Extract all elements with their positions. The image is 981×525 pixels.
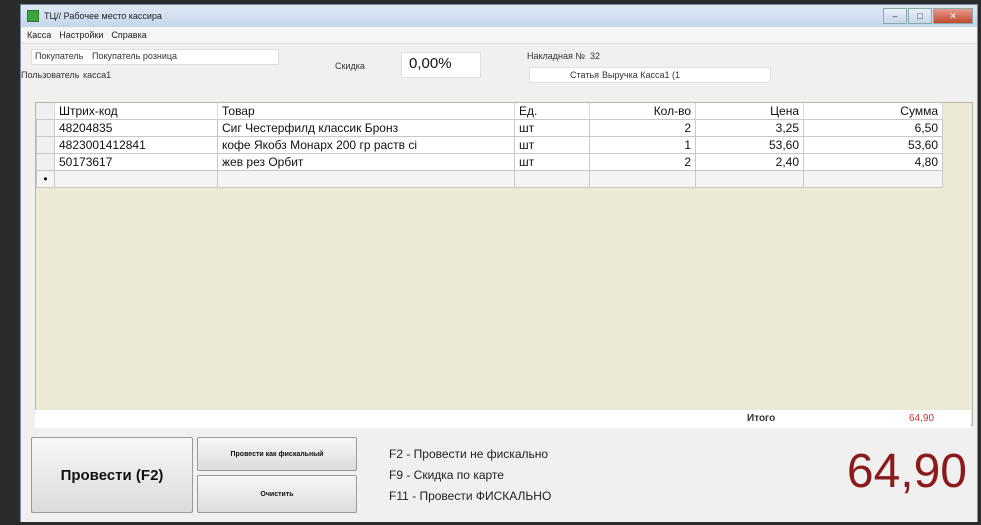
cell-price[interactable]: 53,60 <box>695 136 804 154</box>
cell-unit[interactable]: шт <box>514 119 590 137</box>
new-cell-price[interactable] <box>695 170 804 188</box>
cell-qty[interactable]: 1 <box>589 136 696 154</box>
cell-barcode[interactable]: 50173617 <box>54 153 218 171</box>
article-value: Выручка Касса1 (1 <box>602 70 680 80</box>
cell-sum[interactable]: 53,60 <box>803 136 943 154</box>
menu-bar: Касса Настройки Справка <box>21 27 977 44</box>
close-button[interactable]: ✕ <box>933 8 973 24</box>
discount-label: Скидка <box>335 61 365 71</box>
table-row[interactable]: 48204835 Сиг Честерфилд классик Бронз шт… <box>36 119 943 137</box>
new-item-row[interactable]: • <box>36 170 943 188</box>
items-table: Штрих-код Товар Ед. Кол-во Цена Сумма 48… <box>36 103 943 188</box>
minimize-button[interactable]: – <box>883 8 907 24</box>
header-selector <box>36 103 55 120</box>
header-barcode[interactable]: Штрих-код <box>54 103 218 120</box>
row-selector[interactable] <box>36 136 55 154</box>
header-qty[interactable]: Кол-во <box>589 103 696 120</box>
cell-qty[interactable]: 2 <box>589 119 696 137</box>
row-selector[interactable] <box>36 153 55 171</box>
hotkey-hints: F2 - Провести не фискально F9 - Скидка п… <box>389 444 551 507</box>
article-label: Статья <box>570 70 600 80</box>
header-unit[interactable]: Ед. <box>514 103 590 120</box>
cell-price[interactable]: 2,40 <box>695 153 804 171</box>
new-cell-unit[interactable] <box>514 170 590 188</box>
new-cell-barcode[interactable] <box>54 170 218 188</box>
menu-kassa[interactable]: Касса <box>27 30 51 40</box>
cell-qty[interactable]: 2 <box>589 153 696 171</box>
menu-help[interactable]: Справка <box>111 30 146 40</box>
cell-unit[interactable]: шт <box>514 153 590 171</box>
items-grid[interactable]: Штрих-код Товар Ед. Кол-во Цена Сумма 48… <box>35 102 973 426</box>
clear-button[interactable]: Очистить <box>197 475 357 513</box>
cell-product[interactable]: жев рез Орбит <box>217 153 515 171</box>
total-row: Итого 64,90 <box>35 410 971 428</box>
table-row[interactable]: 4823001412841 кофе Якобз Монарх 200 гр р… <box>36 136 943 154</box>
window-controls: – □ ✕ <box>883 8 973 24</box>
hotkey-f9: F9 - Скидка по карте <box>389 468 504 482</box>
total-value: 64,90 <box>909 413 935 424</box>
new-cell-qty[interactable] <box>589 170 696 188</box>
table-header: Штрих-код Товар Ед. Кол-во Цена Сумма <box>36 103 943 120</box>
window-title: ТЦ// Рабочее место кассира <box>44 11 162 21</box>
hotkey-f2: F2 - Провести не фискально <box>389 447 549 461</box>
new-row-marker: • <box>36 170 55 188</box>
row-selector[interactable] <box>36 119 55 137</box>
action-panel: Провести (F2) Провести как фискальный Оч… <box>21 430 977 522</box>
header-sum[interactable]: Сумма <box>803 103 943 120</box>
total-label: Итого <box>747 413 776 424</box>
header-product[interactable]: Товар <box>217 103 515 120</box>
table-row[interactable]: 50173617 жев рез Орбит шт 2 2,40 4,80 <box>36 153 943 171</box>
header-price[interactable]: Цена <box>695 103 804 120</box>
cell-barcode[interactable]: 48204835 <box>54 119 218 137</box>
app-icon <box>27 10 39 22</box>
big-total-display: 64,90 <box>846 445 967 498</box>
new-cell-sum[interactable] <box>803 170 943 188</box>
cell-product[interactable]: Сиг Честерфилд классик Бронз <box>217 119 515 137</box>
cell-unit[interactable]: шт <box>514 136 590 154</box>
cell-sum[interactable]: 6,50 <box>803 119 943 137</box>
cell-barcode[interactable]: 4823001412841 <box>54 136 218 154</box>
invoice-value: 32 <box>590 51 601 61</box>
hotkey-f11: F11 - Провести ФИСКАЛЬНО <box>389 489 552 503</box>
cell-price[interactable]: 3,25 <box>695 119 804 137</box>
buyer-value: Покупатель розница <box>92 51 178 61</box>
buyer-label: Покупатель <box>35 51 84 61</box>
discount-value: 0,00% <box>409 55 452 72</box>
title-bar: ТЦ// Рабочее место кассира – □ ✕ <box>21 5 977 27</box>
maximize-button[interactable]: □ <box>908 8 932 24</box>
cell-sum[interactable]: 4,80 <box>803 153 943 171</box>
post-fiscal-button[interactable]: Провести как фискальный <box>197 437 357 471</box>
user-label: Пользователь <box>21 70 80 80</box>
invoice-label: Накладная № <box>527 51 586 61</box>
user-value: кассa1 <box>83 70 112 80</box>
post-button[interactable]: Провести (F2) <box>31 437 193 513</box>
cell-product[interactable]: кофе Якобз Монарх 200 гр раств сі <box>217 136 515 154</box>
new-cell-product[interactable] <box>217 170 515 188</box>
app-window: ТЦ// Рабочее место кассира – □ ✕ Касса Н… <box>20 4 978 522</box>
document-info: Покупатель Покупатель розница Пользовате… <box>21 44 977 96</box>
menu-settings[interactable]: Настройки <box>59 30 103 40</box>
